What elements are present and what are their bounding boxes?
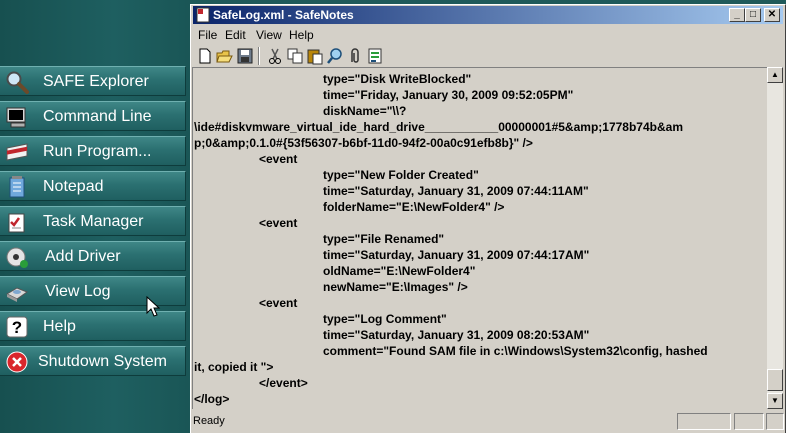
log-line: newName="E:\Images" /> <box>323 280 468 294</box>
status-panel <box>734 413 764 430</box>
log-line: <event <box>259 216 298 230</box>
help-icon: ? <box>6 316 28 338</box>
magnifier-icon <box>6 71 29 94</box>
safenotes-app-icon <box>196 7 210 23</box>
sidebar-item-label: View Log <box>45 283 111 300</box>
menu-bar: File Edit View Help <box>193 26 783 44</box>
launcher-sidebar: SAFE Explorer Command Line Run Program..… <box>0 0 190 433</box>
log-line: \ide#diskvmware_virtual_ide_hard_drive__… <box>194 120 683 134</box>
task-manager-icon <box>8 213 25 233</box>
sidebar-item-label: Run Program... <box>43 143 152 160</box>
log-line: comment="Found SAM file in c:\Windows\Sy… <box>323 344 708 358</box>
size-grip[interactable] <box>766 413 784 430</box>
log-line: time="Saturday, January 31, 2009 07:44:1… <box>323 248 590 262</box>
scroll-thumb[interactable] <box>767 369 783 391</box>
status-panel <box>677 413 731 430</box>
svg-text:?: ? <box>12 318 22 337</box>
log-line: type="File Renamed" <box>323 232 445 246</box>
document-text-area[interactable]: type="Disk WriteBlocked" time="Friday, J… <box>192 67 767 409</box>
sidebar-item-run-program[interactable]: Run Program... <box>0 136 186 166</box>
export-icon[interactable] <box>366 47 384 65</box>
sidebar-item-label: Add Driver <box>45 248 121 265</box>
log-line: p;0&amp;0.1.0#{53f56307-b6bf-11d0-94f2-0… <box>194 136 533 150</box>
log-line: </log> <box>194 392 230 406</box>
sidebar-item-label: Notepad <box>43 178 104 195</box>
sidebar-item-label: SAFE Explorer <box>43 73 149 90</box>
window-titlebar[interactable]: SafeLog.xml - SafeNotes _ □ ✕ <box>193 6 783 24</box>
sidebar-item-task-manager[interactable]: Task Manager <box>0 206 186 236</box>
log-line: <event <box>259 152 298 166</box>
sidebar-item-command-line[interactable]: Command Line <box>0 101 186 131</box>
log-line: </event> <box>259 376 308 390</box>
sidebar-item-label: Command Line <box>43 108 152 125</box>
copy-icon[interactable] <box>286 47 304 65</box>
vertical-scrollbar[interactable]: ▲ ▼ <box>767 67 783 409</box>
open-icon[interactable] <box>216 47 234 65</box>
sidebar-item-add-driver[interactable]: Add Driver <box>0 241 186 271</box>
log-line: type="Disk WriteBlocked" <box>323 72 472 86</box>
log-line: time="Saturday, January 31, 2009 08:20:5… <box>323 328 590 342</box>
minimize-button[interactable]: _ <box>729 8 745 22</box>
close-button[interactable]: ✕ <box>764 8 780 22</box>
run-icon <box>6 143 28 161</box>
log-line: type="New Folder Created" <box>323 168 479 182</box>
toolbar-separator <box>258 47 260 65</box>
monitor-icon <box>6 107 26 128</box>
sidebar-item-label: Task Manager <box>43 213 144 230</box>
log-line: time="Friday, January 30, 2009 09:52:05P… <box>323 88 574 102</box>
paste-icon[interactable] <box>306 47 324 65</box>
log-line: oldName="E:\NewFolder4" <box>323 264 476 278</box>
new-icon[interactable] <box>196 47 214 65</box>
menu-edit[interactable]: Edit <box>225 26 246 44</box>
sidebar-item-label: Help <box>43 318 76 335</box>
log-line: type="Log Comment" <box>323 312 447 326</box>
log-icon <box>5 287 29 302</box>
sidebar-item-safe-explorer[interactable]: SAFE Explorer <box>0 66 186 96</box>
menu-view[interactable]: View <box>256 26 282 44</box>
save-icon[interactable] <box>236 47 254 65</box>
window-title: SafeLog.xml - SafeNotes <box>213 8 354 22</box>
scroll-up-button[interactable]: ▲ <box>767 67 783 83</box>
mouse-pointer-icon <box>146 296 161 317</box>
status-bar: Ready <box>191 411 785 433</box>
menu-help[interactable]: Help <box>289 26 314 44</box>
shutdown-icon <box>6 351 28 373</box>
log-line: diskName="\\? <box>323 104 407 118</box>
sidebar-item-label: Shutdown System <box>38 353 167 370</box>
status-text: Ready <box>193 415 225 427</box>
notepad-icon <box>9 176 25 198</box>
maximize-button[interactable]: □ <box>745 8 761 22</box>
toolbar <box>193 45 783 67</box>
safenotes-window: SafeLog.xml - SafeNotes _ □ ✕ File Edit … <box>190 4 786 433</box>
log-line: <event <box>259 296 298 310</box>
attach-icon[interactable] <box>346 47 364 65</box>
log-line: it, copied it "> <box>194 360 274 374</box>
sidebar-item-shutdown-system[interactable]: Shutdown System <box>0 346 186 376</box>
sidebar-item-notepad[interactable]: Notepad <box>0 171 186 201</box>
cd-icon <box>6 247 28 268</box>
cut-icon[interactable] <box>266 47 284 65</box>
menu-file[interactable]: File <box>198 26 217 44</box>
log-line: folderName="E:\NewFolder4" /> <box>323 200 505 214</box>
log-line: time="Saturday, January 31, 2009 07:44:1… <box>323 184 589 198</box>
find-icon[interactable] <box>326 47 344 65</box>
scroll-down-button[interactable]: ▼ <box>767 393 783 409</box>
